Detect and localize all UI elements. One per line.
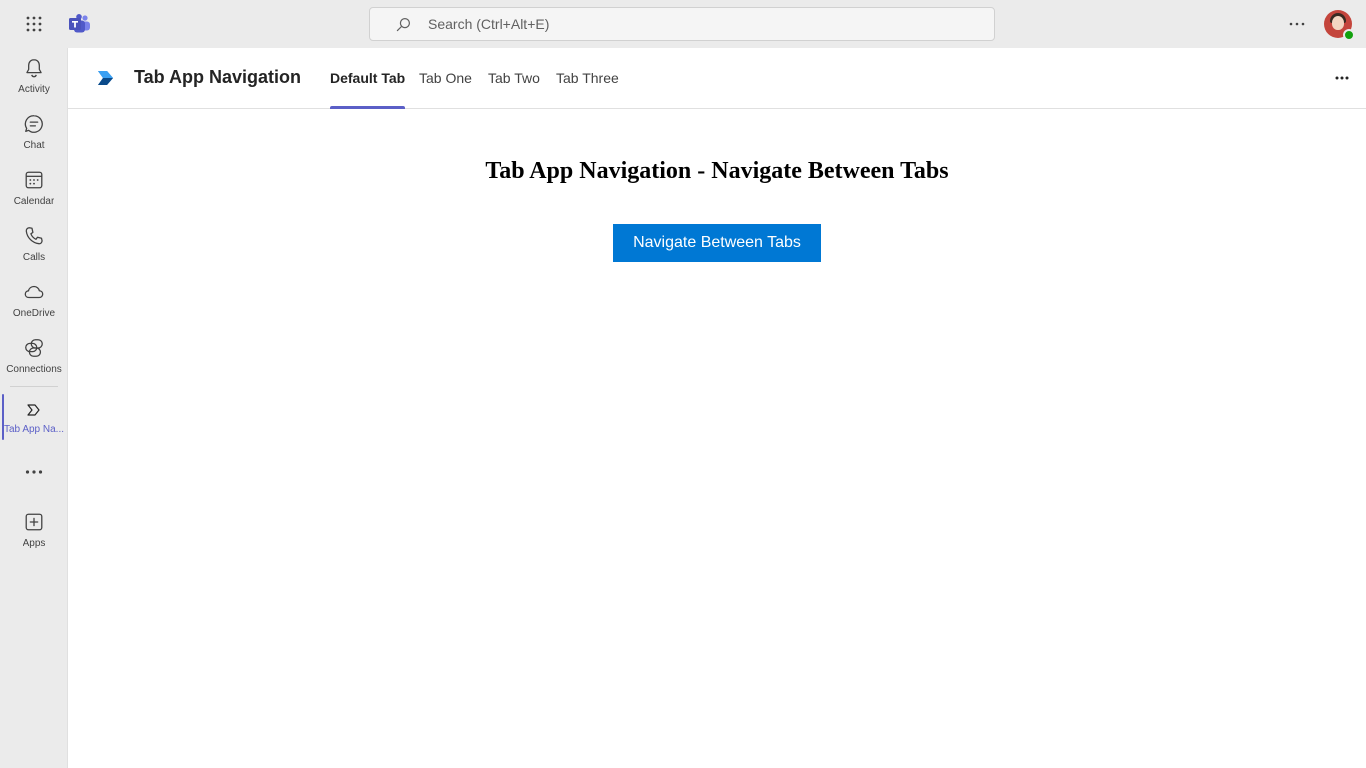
rail-item-calls[interactable]: Calls [0,216,68,270]
presence-available-icon [1343,29,1355,41]
tab-label: Tab One [419,70,472,86]
more-apps-button[interactable] [0,458,68,488]
rail-item-activity[interactable]: Activity [0,48,68,102]
rail-item-onedrive[interactable]: OneDrive [0,272,68,326]
rail-item-label: OneDrive [12,308,56,319]
app-logo-icon [96,68,116,88]
tab-label: Default Tab [330,70,406,86]
page-heading: Tab App Navigation - Navigate Between Ta… [485,158,949,184]
rail-item-label: Calendar [13,196,55,207]
rail-item-calendar[interactable]: Calendar [0,160,68,214]
rail-item-label: Connections [6,364,62,375]
app-header: Tab App Navigation Default Tab Tab One T… [68,48,1366,109]
tab-app-icon [22,398,46,422]
rail-item-label: Apps [22,538,46,549]
rail-divider [10,386,58,387]
more-horizontal-icon [22,460,46,484]
teams-logo-icon[interactable] [68,12,92,36]
rail-item-connections[interactable]: Connections [0,328,68,382]
settings-more-icon[interactable] [1284,12,1310,36]
rail-item-apps[interactable]: Apps [0,502,68,556]
rail-item-label: Tab App Na... [3,424,65,435]
search-box[interactable] [369,7,995,41]
rail-item-label: Activity [18,84,50,95]
search-icon [396,16,412,32]
main-content: Tab App Navigation Default Tab Tab One T… [68,48,1366,768]
more-options-icon[interactable] [1330,68,1354,88]
add-apps-icon [22,510,46,534]
cloud-icon [22,280,46,304]
tab-label: Tab Two [488,70,540,86]
chat-icon [22,112,46,136]
phone-icon [22,224,46,248]
calendar-icon [22,168,46,192]
tab-three[interactable]: Tab Three [556,70,619,109]
top-bar [0,0,1366,48]
app-title: Tab App Navigation [134,67,302,87]
bell-icon [22,56,46,80]
tab-two[interactable]: Tab Two [488,70,540,109]
rail-item-label: Calls [22,252,46,263]
tab-one[interactable]: Tab One [419,70,472,109]
tab-label: Tab Three [556,70,619,86]
navigate-between-tabs-button[interactable]: Navigate Between Tabs [613,224,821,262]
rail-item-label: Chat [23,140,45,151]
search-input[interactable] [428,16,928,32]
rail-item-chat[interactable]: Chat [0,104,68,158]
connections-icon [22,336,46,360]
app-launcher-icon[interactable] [22,12,46,36]
tab-default[interactable]: Default Tab [330,70,406,109]
rail-item-tab-app-navigation[interactable]: Tab App Na... [0,394,68,448]
avatar[interactable] [1324,10,1355,41]
app-rail: Activity Chat Calendar Calls OneDrive Co… [0,48,68,768]
